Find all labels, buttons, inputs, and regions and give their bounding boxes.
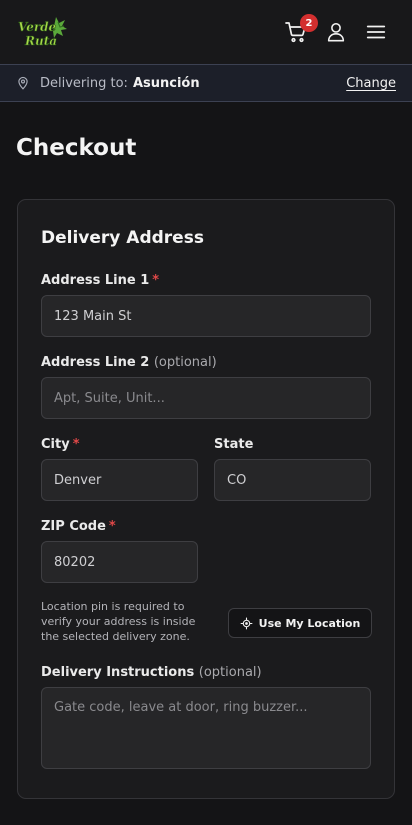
zip-code-label-text: ZIP Code xyxy=(41,519,106,534)
delivery-city: Asunción xyxy=(132,75,200,91)
brand-logo[interactable]: Verde Ruta xyxy=(16,14,68,50)
zip-code-input[interactable] xyxy=(41,541,198,583)
optional-marker: (optional) xyxy=(198,665,262,680)
cart-button[interactable]: 2 xyxy=(276,12,318,52)
delivering-to-label: Delivering to: xyxy=(40,75,128,91)
optional-marker: (optional) xyxy=(153,355,217,370)
svg-text:Ruta: Ruta xyxy=(24,34,57,48)
checkout-page: Verde Ruta 2 Delivering to: Asunción Cha… xyxy=(0,0,412,825)
crosshair-icon xyxy=(240,617,253,629)
city-label: City * xyxy=(41,437,80,452)
city-input[interactable] xyxy=(41,459,198,501)
address-line2-label: Address Line 2 (optional) xyxy=(41,355,217,370)
delivery-address-card: Delivery Address Address Line 1* Address… xyxy=(17,199,395,799)
location-pin-icon xyxy=(18,76,28,90)
hamburger-menu-icon xyxy=(366,25,386,39)
menu-button[interactable] xyxy=(356,12,396,52)
required-marker: * xyxy=(152,273,160,288)
account-button[interactable] xyxy=(316,12,356,52)
address-line2-label-text: Address Line 2 xyxy=(41,355,150,370)
delivery-instructions-textarea[interactable] xyxy=(41,687,371,769)
address-line2-input[interactable] xyxy=(41,377,371,419)
section-title: Delivery Address xyxy=(41,228,204,248)
change-location-link[interactable]: Change xyxy=(346,76,396,91)
state-label: State xyxy=(214,437,253,452)
delivery-location-bar: Delivering to: Asunción Change xyxy=(0,64,412,102)
svg-text:Verde: Verde xyxy=(18,20,57,34)
user-icon xyxy=(327,22,345,42)
state-label-text: State xyxy=(214,437,254,452)
header-actions: 2 xyxy=(276,12,396,52)
required-marker: * xyxy=(108,519,116,534)
required-marker: * xyxy=(72,437,80,452)
page-title: Checkout xyxy=(16,135,137,161)
address-line1-label-text: Address Line 1 xyxy=(41,273,150,288)
delivery-instructions-label: Delivery Instructions (optional) xyxy=(41,665,262,680)
address-line1-input[interactable] xyxy=(41,295,371,337)
location-requirement-hint: Location pin is required to verify your … xyxy=(41,600,196,643)
use-my-location-button[interactable]: Use My Location xyxy=(228,608,372,638)
zip-code-label: ZIP Code * xyxy=(41,519,116,534)
delivery-instructions-label-text: Delivery Instructions xyxy=(41,665,195,680)
address-line1-label: Address Line 1 * xyxy=(41,273,159,288)
top-navigation-bar: Verde Ruta 2 xyxy=(0,0,412,64)
city-label-text: City xyxy=(41,437,70,452)
state-input[interactable] xyxy=(214,459,371,501)
use-my-location-label: Use My Location xyxy=(258,616,361,630)
